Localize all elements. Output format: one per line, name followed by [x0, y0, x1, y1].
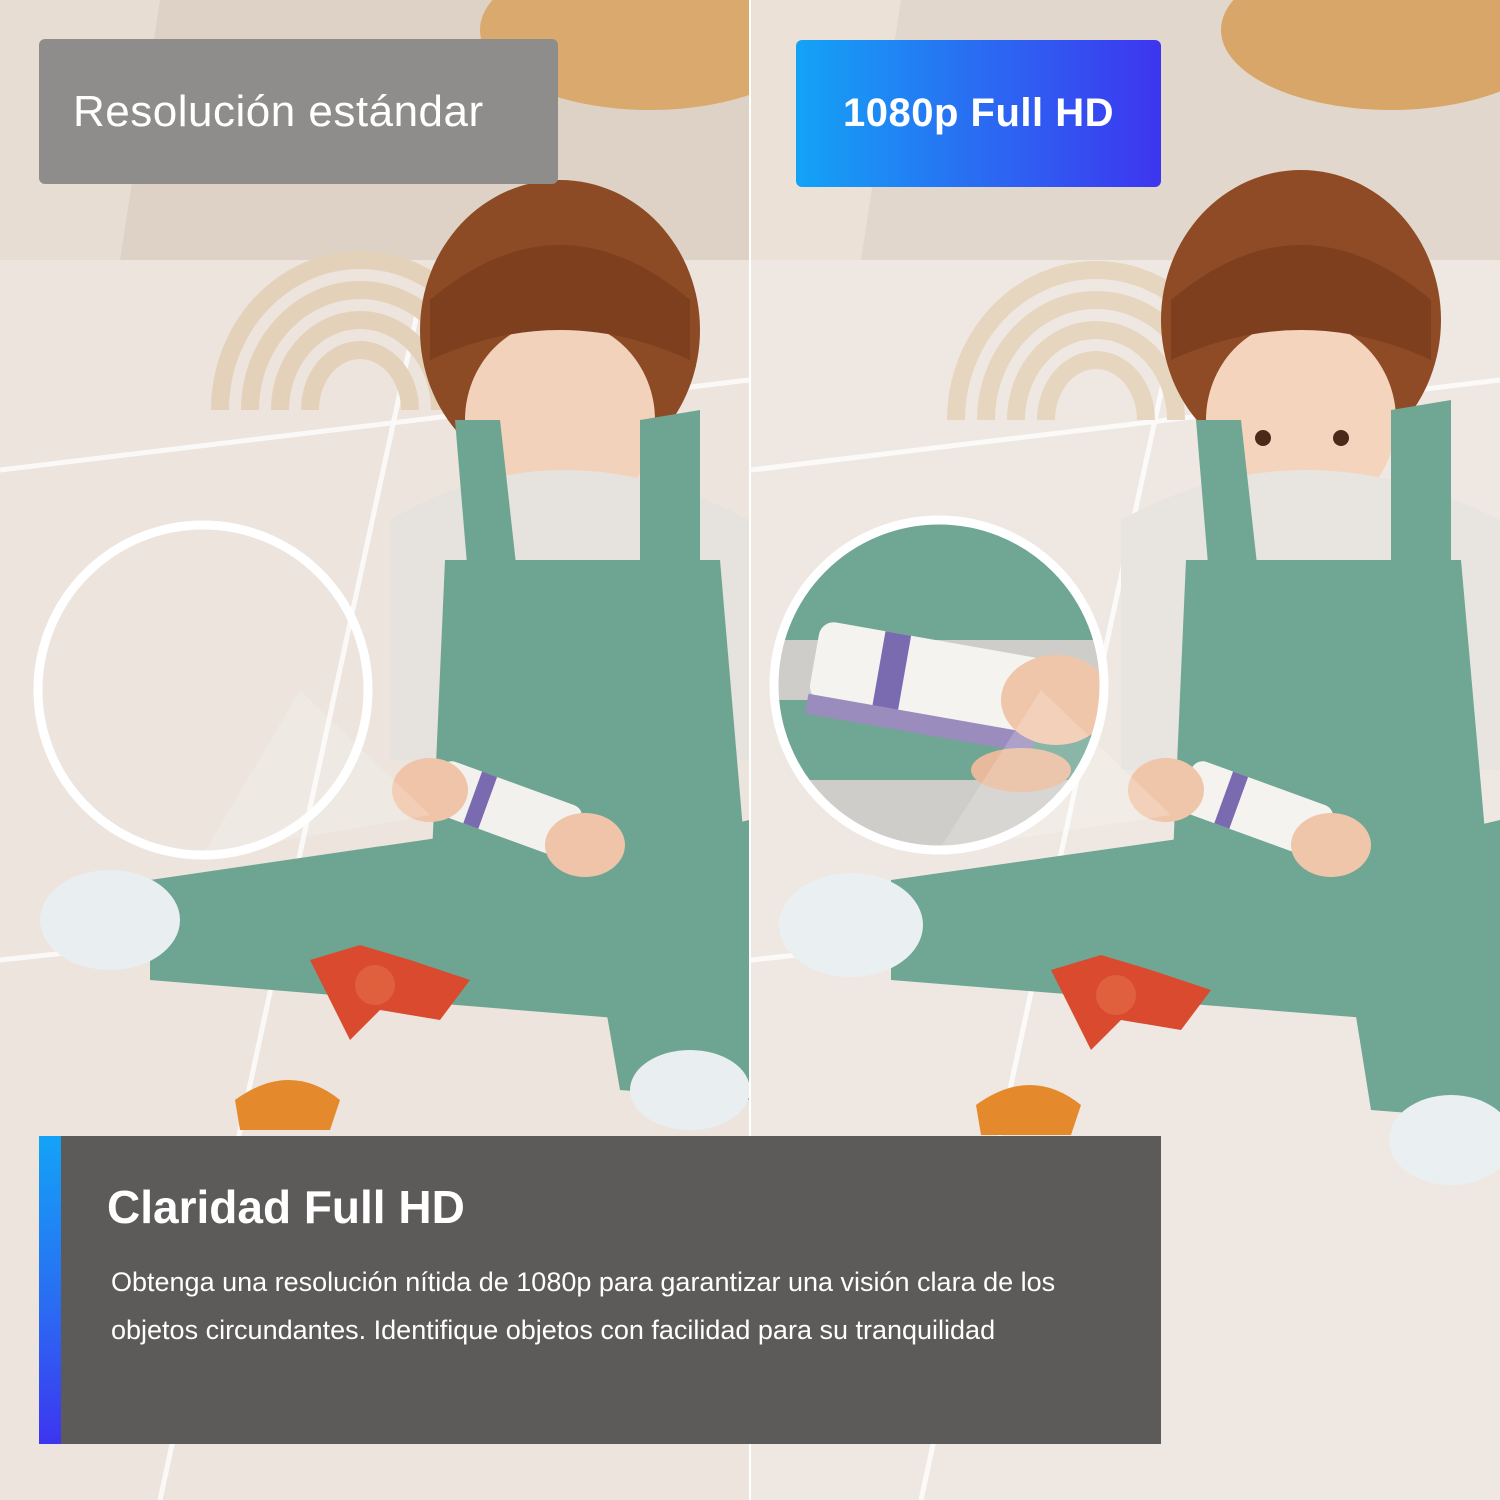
info-description: Obtenga una resolución nítida de 1080p p… — [111, 1267, 1056, 1345]
full-hd-label: 1080p Full HD — [796, 40, 1161, 187]
standard-resolution-label: Resolución estándar — [39, 39, 558, 184]
info-box: Claridad Full HD Obtenga una resolución … — [39, 1136, 1161, 1444]
info-title: Claridad Full HD — [107, 1181, 465, 1233]
accent-bar — [39, 1136, 61, 1444]
